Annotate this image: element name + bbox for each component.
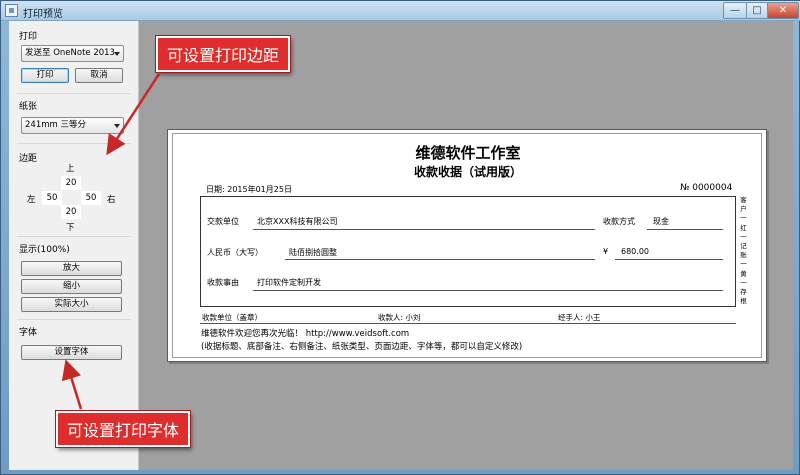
- print-preview-window: 打印预览 — □ ✕ 打印 发送至 OneNote 2013 打印 取消 纸张 …: [0, 0, 800, 475]
- paper-group-label: 纸张: [19, 102, 38, 112]
- reason-value: 打印软件定制开发: [257, 278, 321, 287]
- zoom-in-button[interactable]: 放大: [21, 261, 122, 276]
- chevron-down-icon: [114, 124, 120, 128]
- footer-unit: 收款单位（盖章）: [202, 313, 262, 322]
- margin-callout: 可设置打印边距: [156, 36, 291, 72]
- print-group-label: 打印: [19, 32, 38, 42]
- payment-method-label: 收款方式: [603, 217, 635, 226]
- window-title: 打印预览: [23, 9, 63, 20]
- receipt-body: 交款单位 北京XXX科技有限公司 收款方式 现金 人民币（大写） 陆佰捌拾圆整 …: [200, 196, 736, 307]
- receipt-title: 维德软件工作室: [415, 144, 521, 162]
- payment-method-value: 现金: [653, 217, 669, 226]
- reason-underline: [253, 290, 723, 291]
- side-note: 客户一红一记账一黄一存根: [740, 196, 747, 306]
- receipt-date: 日期: 2015年01月25日: [206, 185, 292, 194]
- amount-underline: [615, 259, 723, 260]
- note-line-1: 维德软件欢迎您再次光临！ http://www.veidsoft.com: [201, 329, 410, 339]
- zoom-group-label: 显示(100%): [19, 245, 70, 255]
- rmb-value: 陆佰捌拾圆整: [289, 248, 337, 257]
- payment-method-underline: [647, 229, 723, 230]
- app-icon: [5, 4, 18, 17]
- paper-size-select[interactable]: 241mm 三等分: [21, 117, 124, 134]
- set-font-button[interactable]: 设置字体: [21, 345, 122, 360]
- close-button[interactable]: ✕: [767, 2, 799, 19]
- margin-left-input[interactable]: 50: [42, 191, 62, 205]
- rmb-label: 人民币（大写）: [207, 248, 263, 257]
- rmb-underline: [285, 259, 595, 260]
- printer-select-value: 发送至 OneNote 2013: [25, 48, 115, 58]
- margins-group-label: 边距: [19, 154, 38, 164]
- margin-bottom-input[interactable]: 20: [61, 205, 81, 219]
- footer-handler: 经手人: 小王: [558, 313, 601, 322]
- zoom-out-button[interactable]: 缩小: [21, 279, 122, 294]
- payer-label: 交款单位: [207, 217, 239, 226]
- print-button[interactable]: 打印: [21, 68, 69, 83]
- divider: [17, 236, 131, 237]
- paper-size-value: 241mm 三等分: [25, 120, 86, 130]
- amount-value: 680.00: [621, 247, 649, 256]
- maximize-button[interactable]: □: [746, 2, 768, 19]
- note-line-2: (收据标题、底部备注、右侧备注、纸张类型、页面边距、字体等，都可以自定义修改): [201, 342, 523, 352]
- title-bar[interactable]: 打印预览 — □ ✕: [1, 1, 800, 21]
- margin-bottom-label: 下: [66, 223, 75, 233]
- margin-top-input[interactable]: 20: [61, 176, 81, 190]
- footer-payee: 收款人: 小刘: [378, 313, 421, 322]
- minimize-button[interactable]: —: [723, 2, 747, 19]
- payer-underline: [253, 229, 595, 230]
- chevron-down-icon: [114, 52, 120, 56]
- receipt-number: № 0000004: [680, 183, 733, 193]
- divider: [17, 319, 131, 320]
- payer-value: 北京XXX科技有限公司: [257, 217, 338, 226]
- settings-panel: 打印 发送至 OneNote 2013 打印 取消 纸张 241mm 三等分 边…: [9, 21, 139, 470]
- cancel-button[interactable]: 取消: [75, 68, 123, 83]
- margin-right-input[interactable]: 50: [81, 191, 101, 205]
- divider: [17, 143, 131, 144]
- font-callout: 可设置打印字体: [56, 411, 191, 447]
- actual-size-button[interactable]: 实际大小: [21, 297, 122, 312]
- receipt-page: 维德软件工作室 收款收据（试用版） 日期: 2015年01月25日 № 0000…: [167, 129, 767, 362]
- divider: [17, 93, 131, 94]
- margin-left-label: 左: [27, 195, 36, 205]
- margin-top-label: 上: [66, 164, 75, 174]
- font-group-label: 字体: [19, 328, 38, 338]
- printer-select[interactable]: 发送至 OneNote 2013: [21, 45, 124, 62]
- receipt-subtitle: 收款收据（试用版）: [413, 165, 522, 179]
- amount-symbol: ¥: [603, 247, 609, 256]
- reason-label: 收款事由: [207, 278, 239, 287]
- footer-line: [200, 323, 736, 324]
- margin-right-label: 右: [107, 195, 116, 205]
- preview-area[interactable]: 维德软件工作室 收款收据（试用版） 日期: 2015年01月25日 № 0000…: [139, 21, 793, 470]
